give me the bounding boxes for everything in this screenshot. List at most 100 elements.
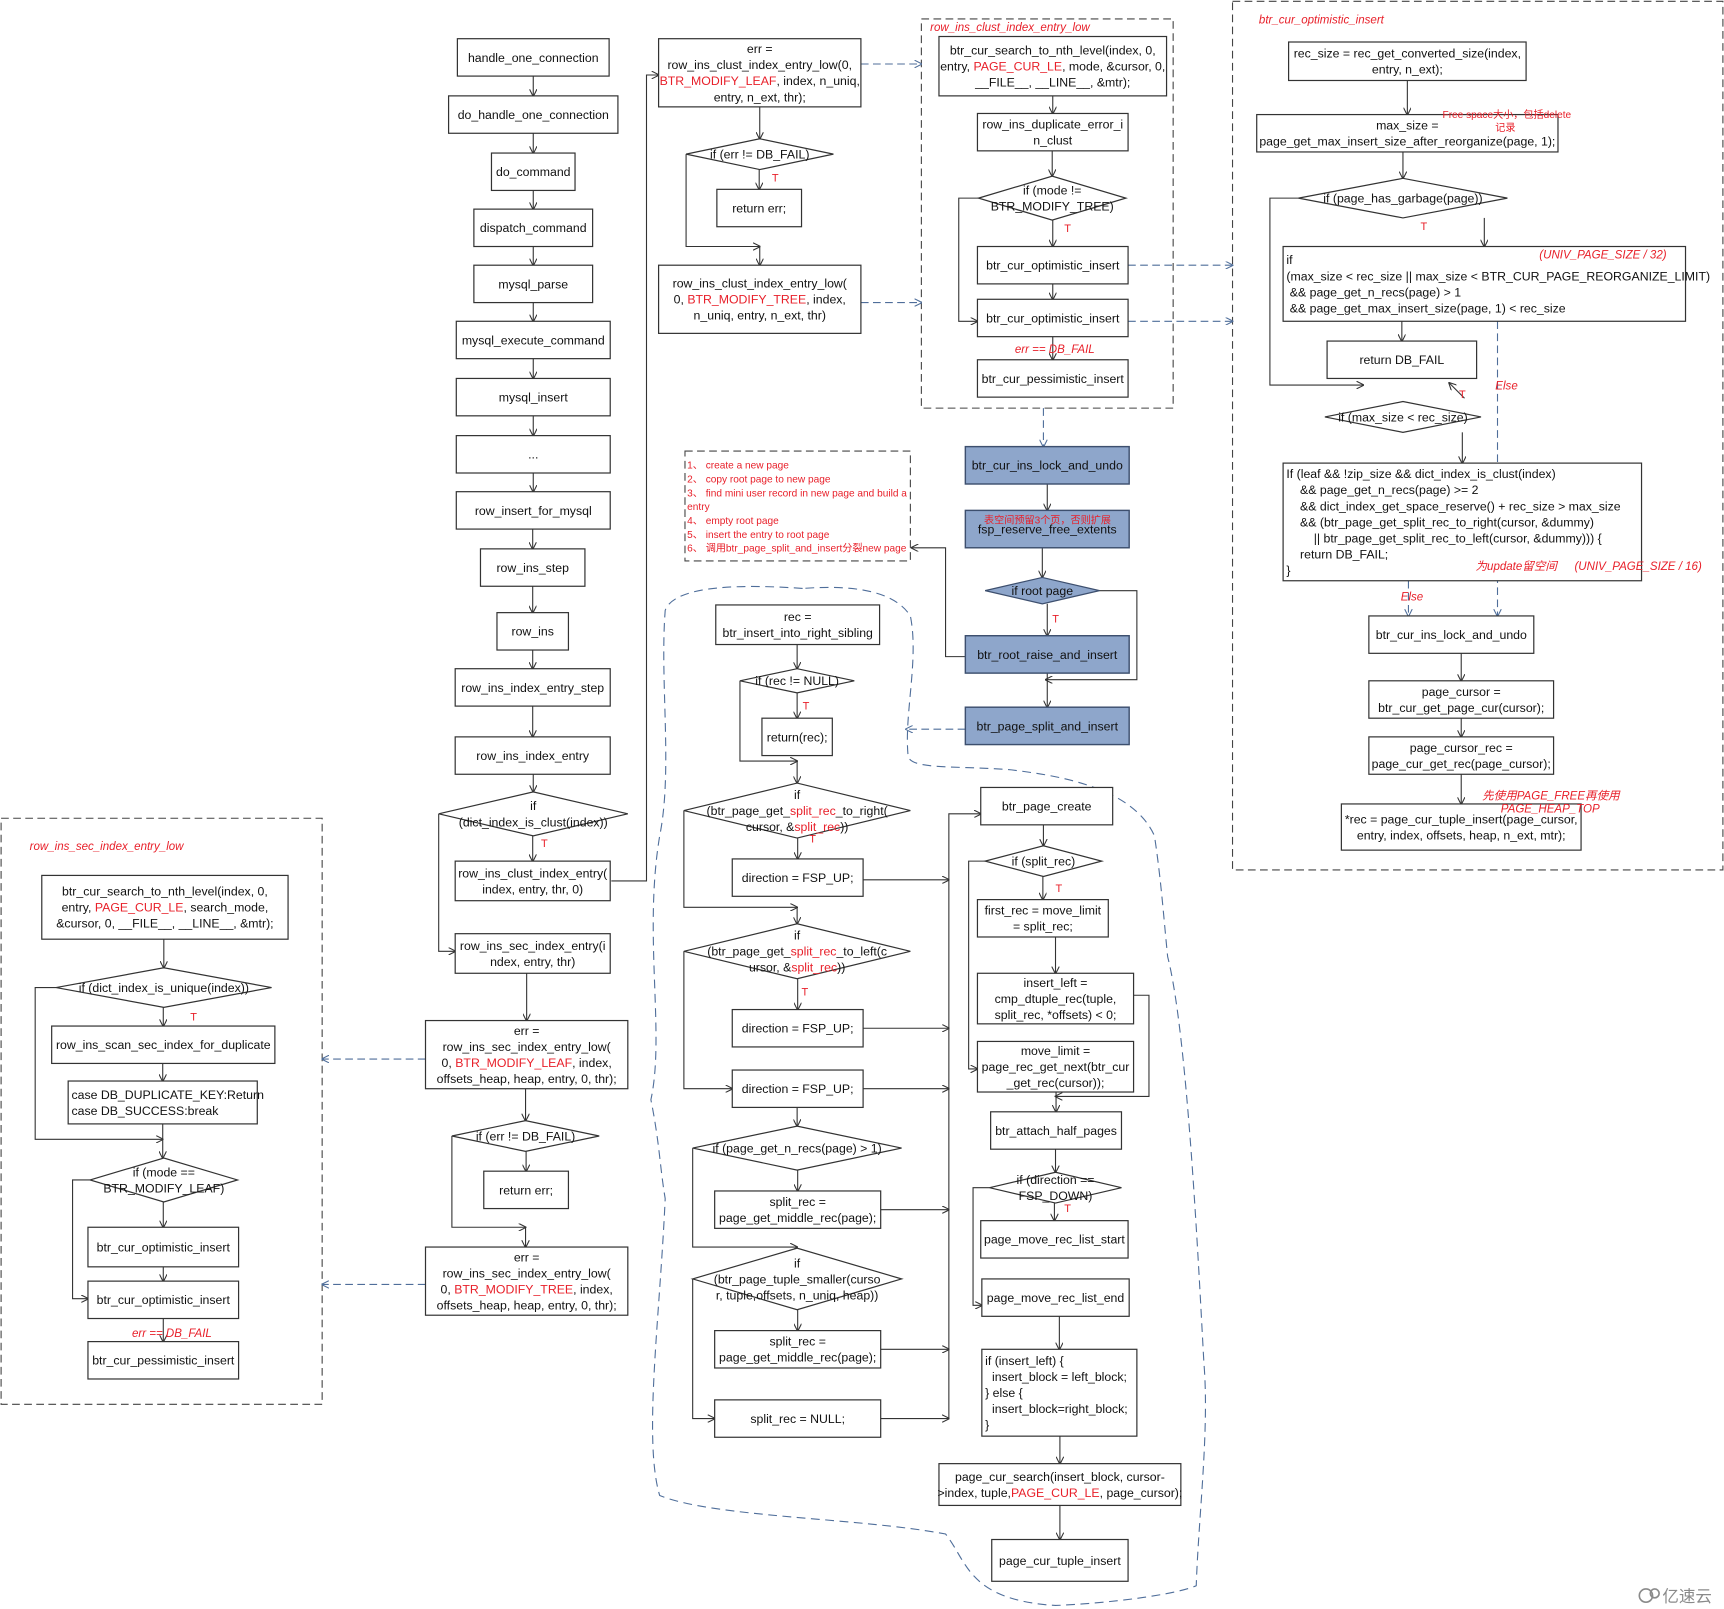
step-text-line: rec =: [784, 610, 812, 624]
step-sec-optimistic-1: btr_cur_optimistic_insert: [87, 1226, 240, 1268]
step-text-line: row_ins_sec_index_entry(i: [460, 939, 606, 953]
step-text-line: page_move_rec_list_start: [984, 1233, 1125, 1247]
true-branch-label: T: [802, 986, 809, 998]
flow-arrow: [958, 197, 979, 321]
step-text-line: offsets_heap, heap, entry, 0, thr);: [437, 1299, 617, 1313]
step-text-line: ...: [528, 448, 538, 462]
decision-if-tuple-smaller: if (btr_page_tuple_smaller(curso r, tuple,…: [690, 1247, 904, 1311]
page-size-16: (UNIV_PAGE_SIZE / 16): [1574, 561, 1701, 573]
decision-if-split-rec: if (split_rec): [982, 845, 1105, 878]
step-text-line: if (max_size < rec_size): [1338, 410, 1467, 424]
step-text-line: if root page: [1012, 584, 1074, 598]
step-text-line: if (mode ==: [133, 1165, 195, 1179]
step-text-line: FSP_DOWN): [1019, 1189, 1093, 1203]
step-insert-left: insert_left = cmp_dtuple_rec(tuple, split_…: [976, 972, 1135, 1025]
step-sec-entry-low-tree: err = row_ins_sec_index_entry_low(0, BTR_…: [424, 1246, 629, 1316]
step-text-line: BTR_MODIFY_LEAF, index, n_uniq,: [660, 74, 860, 88]
step-return-rec: return(rec);: [761, 717, 833, 757]
step-text-line: page_cur_search(insert_block, cursor-: [955, 1470, 1165, 1484]
step-text-line: btr_cur_optimistic_insert: [97, 1293, 231, 1307]
step-mysql-insert: mysql_insert: [455, 377, 611, 417]
step-text-line: btr_cur_ins_lock_and_undo: [972, 459, 1123, 473]
step-text-line: return err;: [499, 1183, 553, 1197]
true-branch-label: T: [541, 838, 548, 850]
step-text-line: if (mode !=: [1023, 184, 1081, 198]
group-title: row_ins_sec_index_entry_low: [30, 841, 185, 853]
root-raise-step: 1、 create a new page: [687, 461, 789, 472]
step-text-line: row_ins_sec_index_entry_low(: [443, 1040, 612, 1054]
step-text-line: return(rec);: [767, 730, 828, 744]
step-text-line: if (split_rec): [1012, 855, 1076, 869]
step-middle-rec-2: split_rec = page_get_middle_rec(page);: [714, 1330, 882, 1369]
step-text-line: __FILE__, __LINE__, &mtr);: [974, 76, 1130, 90]
step-text-line: row_ins_scan_sec_index_for_duplicate: [56, 1038, 271, 1052]
sec-fail-label: err == DB_FAIL: [132, 1328, 212, 1340]
true-branch-label: T: [1459, 389, 1466, 401]
step-text-line: entry, index, offsets, heap, n_ext, mtr)…: [1357, 828, 1566, 842]
decision-if-n-recs: if (page_get_n_recs(page) > 1): [692, 1125, 902, 1171]
step-text-line: || btr_page_get_split_rec_to_left(cursor…: [1286, 531, 1601, 545]
step-text-line: btr_insert_into_right_sibling: [722, 626, 873, 640]
decision-if-root-page: if root page: [985, 576, 1100, 605]
step-text-line: return DB_FAIL: [1359, 353, 1444, 367]
step-text-line: page_cur_get_rec(page_cursor);: [1372, 757, 1551, 771]
step-text-line: _get_rec(cursor));: [1006, 1076, 1105, 1090]
step-text-line: insert_block=right_block;: [985, 1402, 1128, 1416]
step-text-line: btr_cur_ins_lock_and_undo: [1376, 628, 1527, 642]
step-opt-rec-size: rec_size = rec_get_converted_size(index,…: [1287, 41, 1527, 82]
step-row-insert-for-mysql: row_insert_for_mysql: [455, 491, 611, 530]
step-text-line: entry, n_ext);: [1372, 63, 1443, 77]
step-handle-one-connection: handle_one_connection: [456, 38, 610, 77]
step-text-line: err =: [514, 1250, 540, 1264]
decision-if-rec-not-null: if (rec != NULL): [739, 668, 855, 694]
step-text-line: if: [794, 788, 801, 802]
step-sec-pessimistic: btr_cur_pessimistic_insert: [87, 1340, 240, 1380]
group-title: row_ins_clust_index_entry_low: [930, 22, 1090, 34]
decision-if-mode-leaf: if (mode == BTR_MODIFY_LEAF): [88, 1157, 240, 1203]
step-text-line: && page_get_n_recs(page) > 1: [1286, 285, 1461, 299]
decision-if-clust-err-not-fail: if (err != DB_FAIL): [685, 138, 834, 171]
step-text-line: if: [530, 799, 537, 813]
step-row-ins-clust-index-entry: row_ins_clust_index_entry(index, entry, …: [454, 860, 611, 902]
root-raise-step: entry: [687, 502, 710, 513]
decision-if-dict-index-is-clust: if (dict_index_is_clust(index)): [438, 791, 628, 837]
step-text-line: if (err != DB_FAIL): [710, 148, 809, 162]
step-text-line: BTR_MODIFY_LEAF): [103, 1181, 224, 1195]
step-text-line: return DB_FAIL;: [1286, 547, 1388, 561]
fsp-note: 表空间预留3个页，否则扩展: [984, 514, 1111, 527]
step-row-ins-step: row_ins_step: [479, 548, 586, 587]
step-text-line: rec_size = rec_get_converted_size(index,: [1294, 47, 1521, 61]
group-title: btr_cur_optimistic_insert: [1259, 14, 1385, 26]
step-text-line: if: [794, 929, 801, 943]
step-text-line: entry, n_ext, thr);: [714, 90, 806, 104]
step-text-line: cmp_dtuple_rec(tuple,: [995, 992, 1117, 1006]
highlighted-constant: split_rec: [791, 945, 837, 959]
step-clust-search: btr_cur_search_to_nth_level(index, 0, ent…: [938, 35, 1168, 97]
step-text-line: && page_get_max_insert_size(page, 1) < r…: [1286, 301, 1565, 315]
step-text-line: && page_get_n_recs(page) >= 2: [1286, 483, 1478, 497]
root-raise-step: 4、 empty root page: [687, 516, 779, 527]
step-text-line: if (page_has_garbage(page)): [1323, 192, 1482, 206]
step-dir-up-1: direction = FSP_UP;: [731, 858, 864, 897]
highlighted-constant: PAGE_CUR_LE: [1011, 1486, 1100, 1500]
step-text-line: btr_root_raise_and_insert: [977, 648, 1118, 662]
step-sec-search: btr_cur_search_to_nth_level(index, 0, ent…: [41, 874, 289, 940]
step-text-line: page_get_middle_rec(page);: [719, 1211, 876, 1225]
step-mysql-parse: mysql_parse: [473, 264, 594, 304]
step-scan-duplicate: row_ins_scan_sec_index_for_duplicate: [51, 1025, 276, 1065]
step-text-line: if: [1286, 253, 1293, 267]
free-space-note: Free space大小，包括delete: [1443, 108, 1572, 121]
true-branch-label: T: [1421, 221, 1428, 233]
step-text-line: if (page_get_n_recs(page) > 1): [713, 1141, 882, 1155]
step-text-line: if (dict_index_is_unique(index)): [79, 981, 249, 995]
step-text-line: 0, BTR_MODIFY_TREE, index,: [674, 293, 846, 307]
step-text-line: case DB_DUPLICATE_KEY:Return: [71, 1088, 264, 1102]
true-branch-label: T: [1052, 614, 1059, 626]
free-space-note-2: 记录: [1495, 122, 1515, 134]
flow-arrow: [683, 951, 732, 1088]
step-text-line: BTR_MODIFY_TREE): [991, 200, 1114, 214]
step-text-line: btr_cur_search_to_nth_level(index, 0,: [62, 885, 268, 899]
step-text-line: btr_page_split_and_insert: [976, 719, 1118, 733]
root-raise-step: 2、 copy root page to new page: [687, 474, 831, 485]
step-do-handle-one-connection: do_handle_one_connection: [447, 95, 619, 134]
